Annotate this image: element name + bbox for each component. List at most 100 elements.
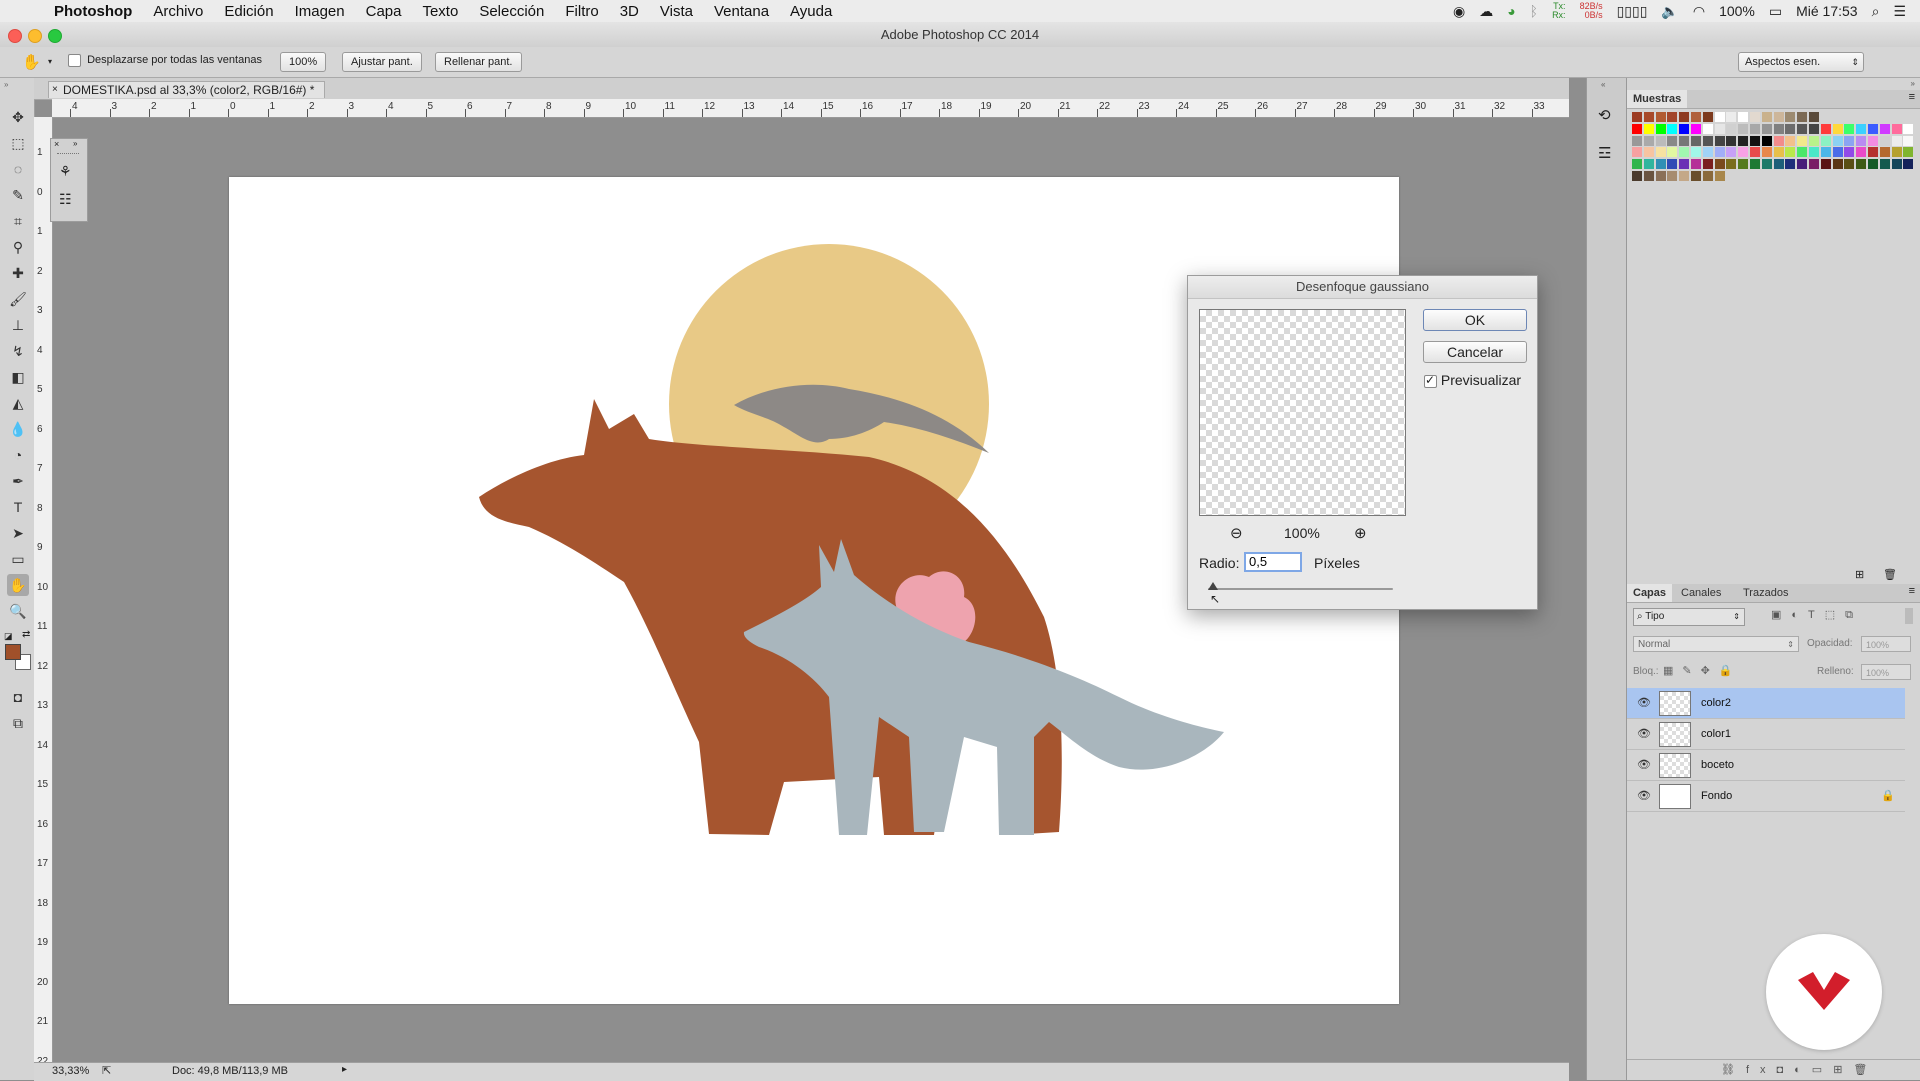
color-swatch[interactable] (1820, 135, 1831, 146)
color-swatch[interactable] (1832, 159, 1843, 170)
color-swatch[interactable] (1797, 135, 1808, 146)
color-swatch[interactable] (1667, 123, 1678, 134)
color-swatch[interactable] (1891, 123, 1902, 134)
color-swatch[interactable] (1820, 147, 1831, 158)
color-swatch[interactable] (1691, 135, 1701, 146)
battery-icon[interactable]: ▭ (1769, 3, 1782, 20)
color-swatch[interactable] (1679, 135, 1690, 146)
menu-edicion[interactable]: Edición (224, 3, 273, 20)
history-panel-icon[interactable]: ⟲ (1598, 106, 1611, 124)
tab-swatches[interactable]: Muestras (1627, 90, 1688, 108)
menu-ayuda[interactable]: Ayuda (790, 3, 832, 20)
collapse-panel-icon[interactable]: » (73, 139, 77, 148)
color-swatch[interactable] (1714, 171, 1725, 181)
cancel-button[interactable]: Cancelar (1423, 341, 1527, 363)
preview-option[interactable]: Previsualizar (1424, 372, 1521, 388)
color-swatch[interactable] (1702, 123, 1713, 134)
color-swatch[interactable] (1844, 159, 1855, 170)
color-swatch[interactable] (1632, 147, 1642, 158)
color-swatch[interactable] (1702, 171, 1713, 181)
color-swatch[interactable] (1714, 135, 1725, 146)
color-swatch[interactable] (1761, 123, 1772, 134)
color-swatch[interactable] (1785, 123, 1796, 134)
menu-app-name[interactable]: Photoshop (54, 3, 132, 20)
color-swatch[interactable] (1655, 171, 1666, 181)
eyedropper-tool-icon[interactable]: ⚲ (7, 236, 29, 258)
color-swatch[interactable] (1809, 159, 1819, 170)
tab-layers[interactable]: Capas (1627, 584, 1673, 602)
color-swatch[interactable] (1738, 112, 1749, 122)
menu-texto[interactable]: Texto (422, 3, 458, 20)
pen-tool-icon[interactable]: ✒ (7, 470, 29, 492)
scroll-all-windows-checkbox[interactable] (68, 54, 81, 67)
close-panel-icon[interactable]: × (54, 139, 59, 149)
menu-filtro[interactable]: Filtro (565, 3, 598, 20)
radius-input[interactable] (1244, 552, 1302, 572)
preview-checkbox[interactable] (1424, 373, 1437, 388)
color-swatch[interactable] (1891, 147, 1902, 158)
color-swatch[interactable] (1632, 123, 1642, 134)
layer-name[interactable]: color1 (1701, 728, 1731, 740)
record-icon[interactable]: ◉ (1453, 3, 1465, 20)
panel-grip[interactable] (57, 153, 79, 156)
color-swatch[interactable] (1655, 123, 1666, 134)
color-swatch[interactable] (1679, 123, 1690, 134)
eye-icon[interactable]: 👁 (1637, 727, 1651, 740)
color-swatch[interactable] (1702, 147, 1713, 158)
color-swatch[interactable] (1667, 135, 1678, 146)
clock[interactable]: Mié 17:53 (1796, 3, 1857, 19)
color-swatch[interactable] (1844, 135, 1855, 146)
color-swatch[interactable] (1726, 112, 1737, 122)
color-swatch[interactable] (1809, 147, 1819, 158)
menu-imagen[interactable]: Imagen (295, 3, 345, 20)
color-swatch[interactable] (1773, 112, 1784, 122)
color-swatch[interactable] (1809, 135, 1819, 146)
ok-button[interactable]: OK (1423, 309, 1527, 331)
zoom-in-icon[interactable]: ⊕ (1354, 524, 1367, 542)
color-swatch[interactable] (1643, 147, 1654, 158)
healing-brush-tool-icon[interactable]: ✚ (7, 262, 29, 284)
color-swatch[interactable] (1868, 159, 1878, 170)
swatches-menu-icon[interactable]: ≡ (1909, 91, 1915, 103)
color-swatch[interactable] (1785, 112, 1796, 122)
menu-archivo[interactable]: Archivo (153, 3, 203, 20)
opacity-field[interactable]: 100% (1861, 636, 1911, 652)
layer-row[interactable]: 👁 color1 (1627, 719, 1905, 750)
color-swatch[interactable] (1797, 123, 1808, 134)
color-swatch[interactable] (1785, 147, 1796, 158)
menu-seleccion[interactable]: Selección (479, 3, 544, 20)
color-swatch[interactable] (1714, 147, 1725, 158)
wifi-icon[interactable]: ◠ (1693, 3, 1705, 20)
color-swatch[interactable] (1797, 147, 1808, 158)
color-swatch[interactable] (1726, 123, 1737, 134)
color-swatch[interactable] (1879, 147, 1890, 158)
color-swatch[interactable] (1868, 135, 1878, 146)
color-swatch[interactable] (1809, 112, 1819, 122)
color-swatch[interactable] (1761, 147, 1772, 158)
color-swatch[interactable] (1891, 135, 1902, 146)
zoom-100-button[interactable]: 100% (280, 52, 327, 72)
color-swatch[interactable] (1785, 135, 1796, 146)
volume-icon[interactable]: 🔈 (1661, 3, 1678, 20)
hand-tool-icon[interactable]: ✋ (7, 574, 29, 596)
color-swatch[interactable] (1738, 159, 1749, 170)
color-swatch[interactable] (1773, 159, 1784, 170)
dialog-title[interactable]: Desenfoque gaussiano (1188, 276, 1537, 299)
color-swatch[interactable] (1773, 147, 1784, 158)
history-brush-tool-icon[interactable]: ↯ (7, 340, 29, 362)
color-swatch[interactable] (1868, 123, 1878, 134)
color-swatch[interactable] (1643, 171, 1654, 181)
layer-filter-icons[interactable]: ▣◐T⬚⧉ (1771, 608, 1863, 622)
color-swatch[interactable] (1761, 159, 1772, 170)
color-swatch[interactable] (1773, 123, 1784, 134)
color-swatch[interactable] (1726, 147, 1737, 158)
rectangle-tool-icon[interactable]: ▭ (7, 548, 29, 570)
zoom-tool-icon[interactable]: 🔍 (7, 600, 29, 622)
layer-row[interactable]: 👁 Fondo 🔒 (1627, 781, 1905, 812)
color-swatch[interactable] (1738, 135, 1749, 146)
brush-settings-icon[interactable]: ☷ (59, 191, 72, 208)
move-tool-icon[interactable]: ✥ (7, 106, 29, 128)
color-swatch[interactable] (1667, 147, 1678, 158)
color-swatch[interactable] (1655, 147, 1666, 158)
color-swatch[interactable] (1667, 159, 1678, 170)
